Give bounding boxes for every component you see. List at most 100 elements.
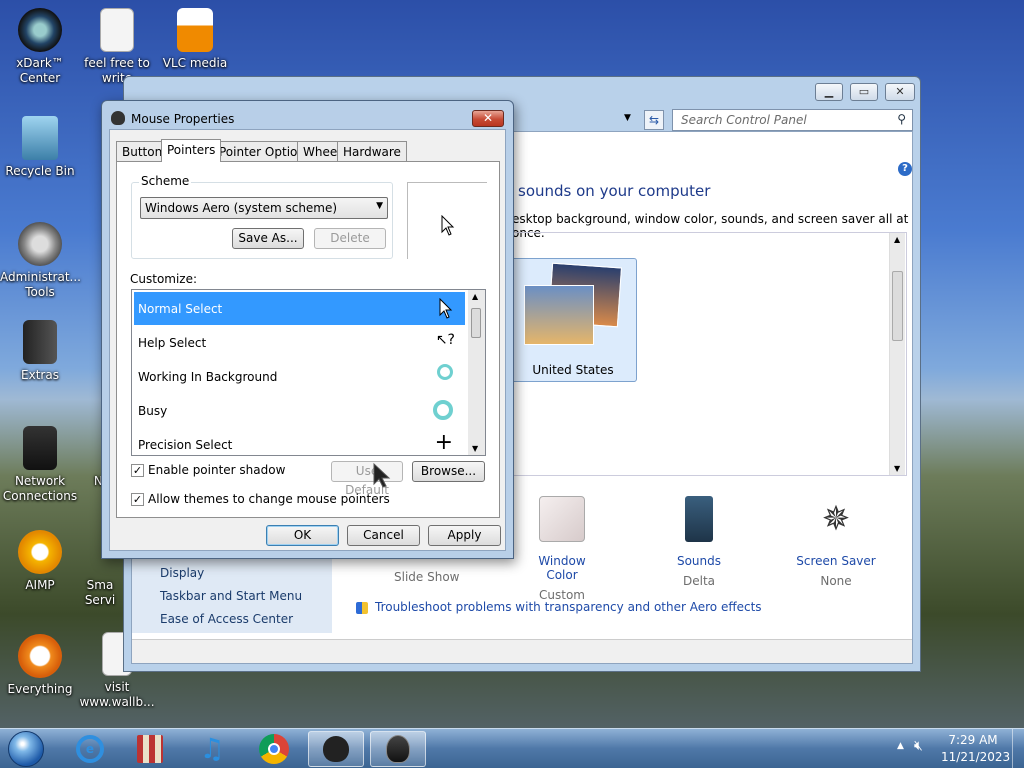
mouse-properties-dialog[interactable]: Mouse Properties ✕ Buttons Pointers Poin… [101, 100, 514, 559]
pointers-panel: Scheme Windows Aero (system scheme) ▼ Sa… [116, 161, 500, 518]
list-item[interactable]: Precision Select + [134, 428, 465, 455]
pointer-preview [407, 182, 487, 259]
mouse-cursor [373, 462, 391, 488]
sounds-link[interactable]: Sounds [659, 554, 739, 568]
shield-icon [356, 602, 368, 614]
sounds-sub: Delta [682, 574, 715, 588]
page-heading: sounds on your computer [518, 182, 711, 200]
xdark-icon [18, 8, 62, 52]
desktop-icon-label: Extras [21, 368, 59, 382]
refresh-icon[interactable]: ⇆ [644, 110, 664, 130]
list-item[interactable]: Working In Background [134, 360, 465, 393]
music-icon[interactable]: ♫ [184, 731, 240, 767]
save-as-button[interactable]: Save As... [232, 228, 304, 249]
cancel-button[interactable]: Cancel [347, 525, 420, 546]
theme-label: United States [532, 363, 614, 377]
window-color-item[interactable]: Window Color Custom [522, 496, 602, 602]
desktop-icon-label: visit www.wallb... [79, 680, 155, 709]
search-placeholder: Search Control Panel [681, 113, 807, 127]
slide-show-sub: Slide Show [394, 570, 460, 584]
themes-scrollbar[interactable]: ▲ ▼ [889, 233, 905, 475]
folder-icon [23, 320, 57, 364]
arrow-cursor-icon [441, 215, 455, 236]
minimize-button[interactable]: ▁ [815, 83, 843, 101]
desktop-icon-admin-tools[interactable]: Administrat... Tools [0, 222, 81, 300]
browse-button[interactable]: Browse... [412, 461, 485, 482]
help-icon[interactable]: ? [898, 162, 912, 176]
scheme-label: Scheme [139, 174, 192, 188]
list-item-label: Normal Select [138, 302, 223, 316]
list-item[interactable]: Help Select ↖? [134, 326, 465, 359]
pointer-list[interactable]: Normal Select Help Select ↖? Working In … [131, 289, 486, 456]
desktop-icon-label: AIMP [25, 578, 55, 592]
desktop-icon-extras[interactable]: Extras [0, 320, 80, 383]
mouse-icon[interactable] [370, 731, 426, 767]
screen-saver-link[interactable]: Screen Saver [796, 554, 876, 568]
delete-button[interactable]: Delete [314, 228, 386, 249]
search-icon[interactable]: ⚲ [897, 112, 906, 126]
apply-button[interactable]: Apply [428, 525, 501, 546]
desktop-icon-label: Recycle Bin [5, 164, 75, 178]
clock-time[interactable]: 7:29 AM [943, 733, 1003, 747]
maximize-button[interactable]: ▭ [850, 83, 878, 101]
screen-saver-sub: None [820, 574, 852, 588]
everything-icon [18, 634, 62, 678]
sounds-item[interactable]: Sounds Delta [659, 496, 739, 588]
volume-muted-icon[interactable]: 🔇︎ [914, 738, 923, 754]
sidebar-link-display[interactable]: Display [160, 566, 204, 580]
theme-item-united-states[interactable]: United States [509, 258, 637, 382]
chevron-up-icon[interactable]: ▲ [897, 741, 904, 751]
desktop-icon-label: VLC media [162, 56, 228, 70]
close-button[interactable]: ✕ [885, 83, 915, 101]
chrome-icon[interactable] [246, 731, 302, 767]
tab-hardware[interactable]: Hardware [337, 141, 407, 161]
dialog-close-button[interactable]: ✕ [472, 110, 504, 127]
speaker-icon [685, 496, 713, 542]
desktop-icon-network[interactable]: Network Connections [0, 426, 80, 504]
scheme-select[interactable]: Windows Aero (system scheme) ▼ [140, 197, 388, 219]
window-color-link[interactable]: Window Color [522, 554, 602, 582]
archive-icon[interactable] [122, 731, 178, 767]
list-item-label: Help Select [138, 336, 207, 350]
screen-saver-item[interactable]: ✵ Screen Saver None [796, 496, 876, 588]
list-item-label: Busy [138, 404, 168, 418]
sidebar-link-taskbar[interactable]: Taskbar and Start Menu [160, 589, 302, 603]
desktop-icon-xdark[interactable]: xDark™ Center [0, 8, 80, 86]
mouse-dialog-icon[interactable] [308, 731, 364, 767]
ie-icon[interactable]: e [62, 731, 118, 767]
list-item[interactable]: Busy [134, 394, 465, 427]
scheme-select-value: Windows Aero (system scheme) [145, 201, 338, 215]
desktop-icon-feel-free[interactable]: feel free to write [77, 8, 157, 86]
customize-label: Customize: [130, 272, 198, 286]
troubleshoot-link[interactable]: Troubleshoot problems with transparency … [375, 600, 762, 614]
aimp-icon [18, 530, 62, 574]
tab-pointers[interactable]: Pointers [161, 139, 222, 162]
allow-themes-label: Allow themes to change mouse pointers [148, 492, 390, 506]
dialog-title: Mouse Properties [131, 112, 235, 126]
allow-themes-checkbox[interactable]: ✓ [131, 493, 144, 506]
show-desktop-button[interactable] [1012, 729, 1024, 768]
start-orb-icon[interactable] [4, 731, 48, 767]
mouse-icon [111, 111, 125, 125]
list-item-label: Precision Select [138, 438, 233, 452]
enable-shadow-label: Enable pointer shadow [148, 463, 286, 477]
desktop-icon-sma[interactable]: Sma Servi [70, 578, 130, 608]
recycle-bin-icon [22, 116, 58, 160]
ok-button[interactable]: OK [266, 525, 339, 546]
dialog-body: Buttons Pointers Pointer Options Wheel H… [109, 129, 506, 551]
address-dropdown-icon[interactable]: ▼ [624, 113, 631, 123]
clock-date[interactable]: 11/21/2023 [941, 750, 1010, 764]
working-cursor-icon [437, 364, 453, 380]
desktop-icon-aimp[interactable]: AIMP [0, 530, 80, 593]
document-icon [100, 8, 134, 52]
desktop-icon-vlc[interactable]: VLC media [155, 8, 235, 71]
sidebar-link-ease-of-access[interactable]: Ease of Access Center [160, 612, 293, 626]
desktop-icon-recycle-bin[interactable]: Recycle Bin [0, 116, 80, 179]
network-icon [23, 426, 57, 470]
list-item[interactable]: Normal Select [134, 292, 465, 325]
search-input[interactable]: Search Control Panel ⚲ [672, 109, 913, 131]
busy-cursor-icon [433, 400, 453, 420]
list-scrollbar[interactable]: ▲ ▼ [468, 290, 485, 455]
desktop-icon-everything[interactable]: Everything [0, 634, 80, 697]
enable-shadow-checkbox[interactable]: ✓ [131, 464, 144, 477]
